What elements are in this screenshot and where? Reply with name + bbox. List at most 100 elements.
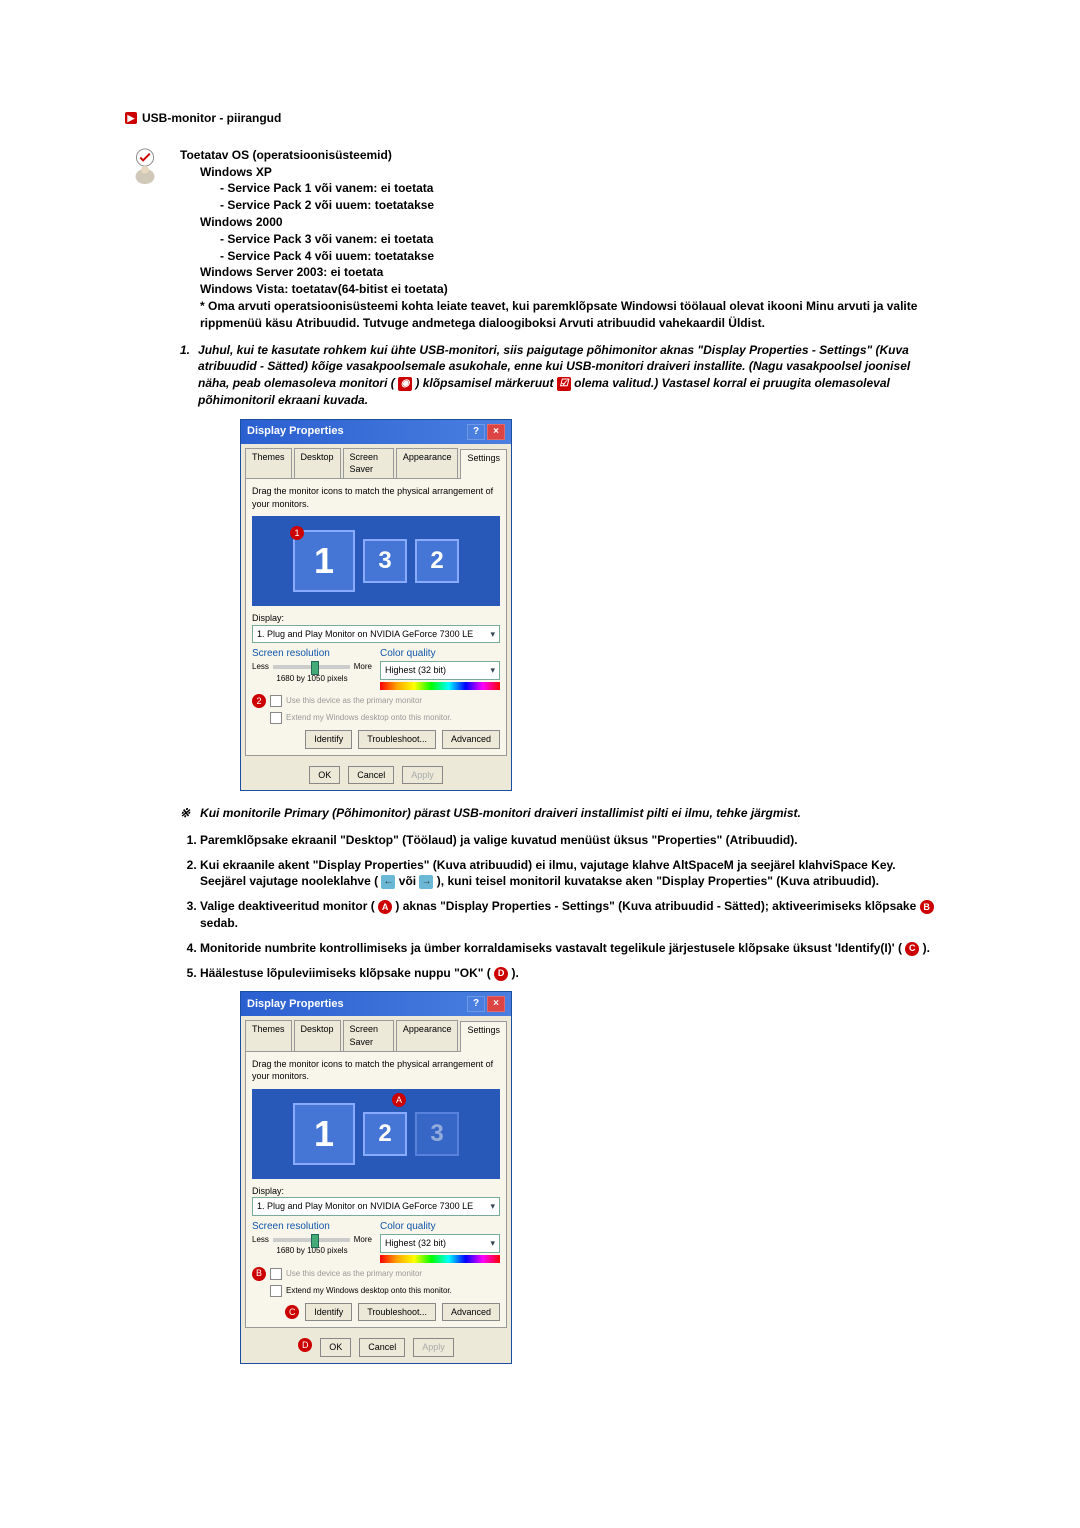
s3c: sedab. [200, 916, 238, 930]
display-properties-dialog-1: Display Properties ? × Themes Desktop Sc… [240, 419, 512, 791]
callout-C: C [905, 942, 919, 956]
tab-screensaver[interactable]: Screen Saver [343, 448, 394, 478]
os-vista: Windows Vista: toetatav(64-bitist ei toe… [200, 281, 940, 298]
callout-B: B [920, 900, 934, 914]
monitor-arrangement[interactable]: 1 1 3 2 [252, 516, 500, 606]
primary-checkbox-row: B Use this device as the primary monitor [252, 1267, 500, 1281]
identify-button[interactable]: Identify [305, 730, 352, 749]
steps-list: Paremklõpsake ekraanil "Desktop" (Töölau… [200, 832, 940, 982]
note1-b: ) klõpsamisel märkeruut [415, 376, 553, 390]
display-label: Display: [252, 1185, 500, 1198]
color-quality-group: Color quality Highest (32 bit) ▾ [380, 1220, 500, 1263]
tab-settings[interactable]: Settings [460, 1021, 507, 1051]
monitor-icon: ◉ [398, 377, 412, 391]
note-1: 1. Juhul, kui te kasutate rohkem kui üht… [180, 342, 940, 409]
dialog-title: Display Properties [247, 424, 344, 439]
content-row: Toetatav OS (operatsioonisüsteemid) Wind… [125, 147, 940, 1374]
advanced-button[interactable]: Advanced [442, 730, 500, 749]
ok-button[interactable]: OK [320, 1338, 351, 1357]
monitor-3-disabled[interactable]: 3 [415, 1112, 459, 1156]
color-value: Highest (32 bit) [385, 664, 446, 677]
color-dropdown[interactable]: Highest (32 bit) ▾ [380, 661, 500, 680]
display-dropdown[interactable]: 1. Plug and Play Monitor on NVIDIA GeFor… [252, 1197, 500, 1216]
star-text: Kui monitorile Primary (Põhimonitor) pär… [200, 805, 801, 822]
apply-button[interactable]: Apply [413, 1338, 454, 1357]
tab-body: Drag the monitor icons to match the phys… [245, 1051, 507, 1329]
close-button[interactable]: × [487, 996, 505, 1012]
monitor-arrangement[interactable]: A 1 2 3 [252, 1089, 500, 1179]
monitor-1[interactable]: 1 [293, 530, 355, 592]
slider-less: Less [252, 1234, 269, 1245]
cancel-button[interactable]: Cancel [348, 766, 394, 785]
apply-button[interactable]: Apply [402, 766, 443, 785]
titlebar: Display Properties ? × [241, 992, 511, 1016]
display-dropdown[interactable]: 1. Plug and Play Monitor on NVIDIA GeFor… [252, 625, 500, 644]
slider-more: More [354, 661, 372, 672]
tab-appearance[interactable]: Appearance [396, 1020, 459, 1050]
tab-desktop[interactable]: Desktop [294, 448, 341, 478]
close-button[interactable]: × [487, 424, 505, 440]
os-2000: Windows 2000 [200, 214, 940, 231]
title-text: USB-monitor - piirangud [142, 110, 281, 127]
step-5: Häälestuse lõpuleviimiseks klõpsake nupp… [200, 965, 940, 982]
tab-desktop[interactable]: Desktop [294, 1020, 341, 1050]
tab-themes[interactable]: Themes [245, 448, 292, 478]
identify-button[interactable]: Identify [305, 1303, 352, 1322]
monitor-2[interactable]: 2 [415, 539, 459, 583]
s3a: Valige deaktiveeritud monitor ( [200, 899, 375, 913]
section-title: ▶ USB-monitor - piirangud [125, 110, 940, 127]
advanced-button[interactable]: Advanced [442, 1303, 500, 1322]
extend-checkbox[interactable] [270, 1285, 282, 1297]
arrow-left-icon: ← [381, 875, 395, 889]
tab-screensaver[interactable]: Screen Saver [343, 1020, 394, 1050]
step-2: Kui ekraanile akent "Display Properties"… [200, 857, 940, 891]
checkmark-person-icon [125, 147, 165, 187]
screen-res-label: Screen resolution [252, 1220, 372, 1234]
os-heading: Toetatav OS (operatsioonisüsteemid) [180, 147, 940, 164]
s5a: Häälestuse lõpuleviimiseks klõpsake nupp… [200, 966, 491, 980]
callout-C: C [285, 1305, 299, 1319]
color-label: Color quality [380, 647, 500, 661]
resolution-slider[interactable] [273, 665, 350, 669]
troubleshoot-button[interactable]: Troubleshoot... [358, 730, 436, 749]
display-value: 1. Plug and Play Monitor on NVIDIA GeFor… [257, 628, 473, 641]
help-button[interactable]: ? [467, 996, 485, 1012]
hint-text: Drag the monitor icons to match the phys… [252, 485, 500, 510]
chevron-down-icon: ▾ [490, 1200, 495, 1213]
tab-appearance[interactable]: Appearance [396, 448, 459, 478]
s4b: ). [923, 941, 930, 955]
resolution-slider[interactable] [273, 1238, 350, 1242]
extend-checkbox-row: Extend my Windows desktop onto this moni… [252, 1285, 500, 1297]
monitor-1[interactable]: 1 [293, 1103, 355, 1165]
monitor-2[interactable]: 2 [363, 1112, 407, 1156]
titlebar: Display Properties ? × [241, 420, 511, 444]
os-server2003: Windows Server 2003: ei toetata [200, 264, 940, 281]
ok-button[interactable]: OK [309, 766, 340, 785]
note-num: 1. [180, 342, 190, 409]
dialog-title: Display Properties [247, 997, 344, 1012]
extend-checkbox[interactable] [270, 712, 282, 724]
os-xp: Windows XP [200, 164, 940, 181]
tab-settings[interactable]: Settings [460, 449, 507, 479]
color-dropdown[interactable]: Highest (32 bit) ▾ [380, 1234, 500, 1253]
tab-themes[interactable]: Themes [245, 1020, 292, 1050]
screen-res-group: Screen resolution Less More 1680 by 1050… [252, 1220, 372, 1263]
callout-2: 2 [252, 694, 266, 708]
arrow-right-icon: → [419, 875, 433, 889]
s2b: või [399, 874, 420, 888]
step-3: Valige deaktiveeritud monitor ( A ) akna… [200, 898, 940, 932]
primary-checkbox[interactable] [270, 1268, 282, 1280]
color-value: Highest (32 bit) [385, 1237, 446, 1250]
tabs: Themes Desktop Screen Saver Appearance S… [241, 444, 511, 478]
troubleshoot-button[interactable]: Troubleshoot... [358, 1303, 436, 1322]
os-2000-sp3: - Service Pack 3 või vanem: ei toetata [220, 231, 940, 248]
cancel-button[interactable]: Cancel [359, 1338, 405, 1357]
help-button[interactable]: ? [467, 424, 485, 440]
monitor-3[interactable]: 3 [363, 539, 407, 583]
os-note: * Oma arvuti operatsioonisüsteemi kohta … [200, 298, 940, 332]
color-label: Color quality [380, 1220, 500, 1234]
star-note: ※ Kui monitorile Primary (Põhimonitor) p… [180, 805, 940, 822]
primary-checkbox[interactable] [270, 695, 282, 707]
primary-label: Use this device as the primary monitor [286, 1268, 422, 1279]
bullet-icon: ▶ [125, 112, 137, 124]
